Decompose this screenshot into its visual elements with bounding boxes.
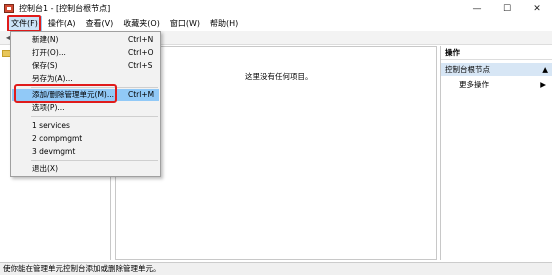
menu-item-options[interactable]: 选项(P)... (12, 102, 159, 114)
results-pane: 这里没有任何项目。 (115, 46, 437, 260)
menu-favorites[interactable]: 收藏夹(O) (120, 17, 163, 31)
menu-separator (31, 116, 158, 117)
menu-item-label: 保存(S) (32, 61, 58, 70)
more-actions-item[interactable]: 更多操作 ▶ (441, 78, 552, 91)
menu-separator (31, 160, 158, 161)
mmc-app-icon (4, 4, 14, 13)
menu-item-open[interactable]: 打开(O)... Ctrl+O (12, 47, 159, 59)
menu-item-save[interactable]: 保存(S) Ctrl+S (12, 60, 159, 72)
menu-item-label: 3 devmgmt (32, 147, 76, 156)
more-actions-label: 更多操作 (459, 80, 489, 89)
menu-item-label: 另存为(A)... (32, 74, 73, 83)
actions-header: 操作 (441, 46, 552, 60)
collapse-arrow-icon: ▲ (542, 65, 548, 74)
menu-item-recent-2[interactable]: 2 compmgmt (12, 133, 159, 145)
menu-item-label: 2 compmgmt (32, 134, 83, 143)
file-dropdown-menu: 新建(N) Ctrl+N 打开(O)... Ctrl+O 保存(S) Ctrl+… (10, 31, 161, 177)
menu-item-new[interactable]: 新建(N) Ctrl+N (12, 34, 159, 46)
title-bar: 控制台1 - [控制台根节点] — ☐ ✕ (0, 0, 552, 17)
menu-item-recent-3[interactable]: 3 devmgmt (12, 146, 159, 158)
submenu-arrow-icon: ▶ (540, 80, 546, 89)
actions-pane: 操作 控制台根节点 ▲ 更多操作 ▶ (440, 46, 552, 260)
annotation-highlight-file-menu (7, 15, 41, 32)
menu-item-label: 选项(P)... (32, 103, 65, 112)
actions-section-label: 控制台根节点 (445, 65, 490, 74)
menu-item-shortcut: Ctrl+S (128, 61, 153, 70)
menu-item-label: 打开(O)... (32, 48, 66, 57)
menu-item-recent-1[interactable]: 1 services (12, 120, 159, 132)
menu-item-label: 1 services (32, 121, 70, 130)
actions-section-console-root[interactable]: 控制台根节点 ▲ (441, 63, 552, 76)
maximize-button[interactable]: ☐ (492, 0, 522, 17)
status-bar: 使你能在管理单元控制台添加或删除管理单元。 (0, 262, 552, 275)
menu-window[interactable]: 窗口(W) (167, 17, 203, 31)
menu-bar: 文件(F) 操作(A) 查看(V) 收藏夹(O) 窗口(W) 帮助(H) (0, 16, 552, 32)
menu-help[interactable]: 帮助(H) (207, 17, 241, 31)
menu-item-shortcut: Ctrl+O (128, 48, 154, 57)
menu-item-label: 新建(N) (32, 35, 59, 44)
close-button[interactable]: ✕ (522, 0, 552, 17)
window-title: 控制台1 - [控制台根节点] (19, 4, 111, 13)
menu-item-exit[interactable]: 退出(X) (12, 163, 159, 175)
menu-item-shortcut: Ctrl+M (128, 90, 155, 99)
empty-results-message: 这里没有任何项目。 (245, 72, 313, 81)
minimize-button[interactable]: — (462, 0, 492, 17)
window-controls: — ☐ ✕ (462, 0, 552, 17)
annotation-highlight-add-remove-snapin (14, 84, 117, 103)
menu-action[interactable]: 操作(A) (45, 17, 79, 31)
menu-item-label: 退出(X) (32, 164, 58, 173)
menu-item-shortcut: Ctrl+N (128, 35, 154, 44)
menu-view[interactable]: 查看(V) (83, 17, 117, 31)
